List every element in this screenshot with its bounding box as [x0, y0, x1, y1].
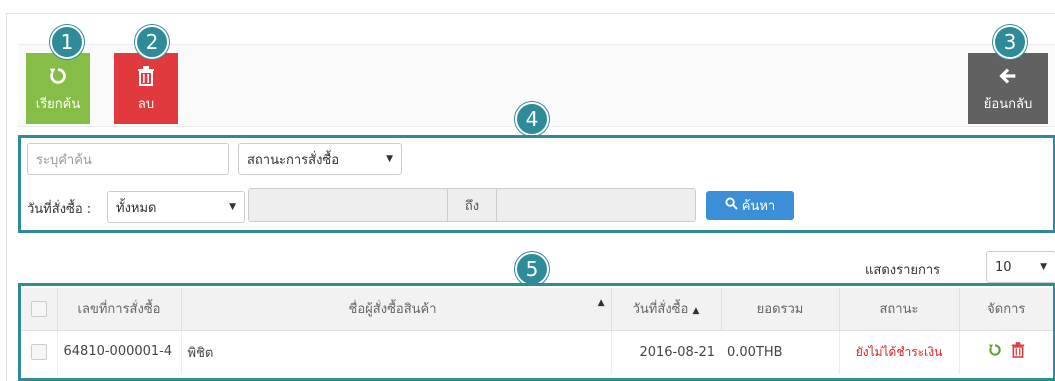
col-order-no[interactable]: เลขที่การสั่งซื้อ	[57, 288, 182, 331]
col-buyer[interactable]: ชื่อผู้สั่งซื้อสินค้า ▲	[181, 288, 612, 331]
date-cell: 2016-08-21	[639, 344, 715, 360]
col-date-label: วันที่สั่งซื้อ	[632, 302, 689, 318]
refresh-label: เรียกค้น	[35, 97, 81, 112]
table-row: 64810-000001-4 พิชิต 2016-08-21 0.00THB …	[21, 330, 1053, 374]
date-range-fields: ถึง	[248, 188, 696, 222]
col-status[interactable]: สถานะ	[839, 288, 960, 331]
order-date-label: วันที่สั่งซื้อ :	[27, 202, 92, 217]
refresh-icon[interactable]	[987, 342, 1003, 362]
order-status-select[interactable]: สถานะการสั่งซื้อ ▼	[238, 143, 402, 175]
row-checkbox[interactable]	[30, 344, 47, 361]
chevron-down-icon: ▼	[229, 202, 236, 212]
order-status-value: สถานะการสั่งซื้อ	[247, 152, 340, 168]
chevron-down-icon: ▼	[386, 154, 393, 164]
refresh-button[interactable]: เรียกค้น	[26, 53, 90, 124]
col-buyer-label: ชื่อผู้สั่งซื้อสินค้า	[348, 302, 437, 318]
search-button[interactable]: ค้นหา	[706, 191, 794, 220]
page-size-select[interactable]: 10 ▼	[986, 251, 1055, 283]
order-no-cell[interactable]: 64810-000001-4	[57, 330, 182, 374]
date-to-label: ถึง	[447, 189, 497, 221]
keyword-search-input[interactable]: ระบุคำค้น	[27, 143, 229, 175]
page-size-value: 10	[995, 259, 1012, 275]
callout-badge-5: 5	[515, 252, 549, 286]
row-select-cell	[21, 330, 58, 374]
col-total[interactable]: ยอดรวม	[721, 288, 840, 331]
callout-badge-1: 1	[50, 25, 84, 59]
orders-table: เลขที่การสั่งซื้อ ชื่อผู้สั่งซื้อสินค้า …	[21, 288, 1053, 374]
delete-button[interactable]: ลบ	[114, 53, 178, 124]
date-range-select[interactable]: ทั้งหมด ▼	[107, 191, 245, 223]
start-date-field[interactable]	[249, 189, 447, 221]
sort-up-icon: ▲	[597, 298, 605, 309]
refresh-icon	[47, 63, 69, 89]
select-all-cell	[21, 288, 58, 331]
col-date[interactable]: วันที่สั่งซื้อ ▲	[611, 288, 722, 331]
table-header-row: เลขที่การสั่งซื้อ ชื่อผู้สั่งซื้อสินค้า …	[21, 288, 1053, 331]
chevron-down-icon: ▼	[1040, 262, 1047, 272]
trash-icon	[137, 63, 155, 89]
status-cell: ยังไม่ได้ชำระเงิน	[839, 330, 960, 374]
back-label: ย้อนกลับ	[983, 97, 1033, 112]
callout-badge-3: 3	[993, 25, 1027, 59]
search-button-label: ค้นหา	[741, 199, 776, 214]
date-range-value: ทั้งหมด	[116, 200, 157, 216]
callout-badge-4: 4	[515, 102, 549, 136]
manage-cell	[959, 330, 1053, 374]
buyer-cell: พิชิต	[181, 330, 612, 374]
callout-badge-2: 2	[135, 25, 169, 59]
total-cell: 0.00THB	[721, 330, 840, 374]
arrow-left-icon	[997, 63, 1019, 89]
back-button[interactable]: ย้อนกลับ	[968, 53, 1048, 124]
search-icon	[725, 197, 738, 214]
delete-label: ลบ	[137, 97, 155, 112]
end-date-field[interactable]	[497, 189, 695, 221]
page-size-label: แสดงรายการ	[865, 263, 941, 278]
select-all-checkbox[interactable]	[30, 300, 47, 317]
trash-icon[interactable]	[1011, 342, 1025, 362]
col-manage: จัดการ	[959, 288, 1053, 331]
sort-up-icon: ▲	[692, 306, 700, 317]
